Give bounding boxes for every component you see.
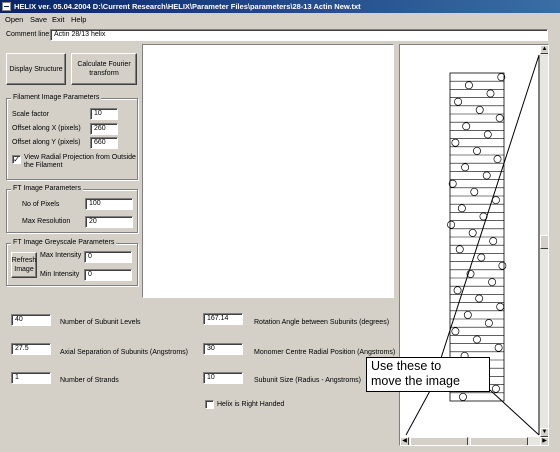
subunit-circle — [451, 327, 460, 336]
scroll-left-button[interactable]: ◀ — [400, 437, 409, 445]
window-title: HELIX ver. 05.04.2004 D:\Current Researc… — [14, 2, 361, 11]
scroll-right-button[interactable]: ▶ — [540, 437, 548, 445]
subunit-circle — [496, 302, 505, 311]
rotation-angle-label: Rotation Angle between Subunits (degrees… — [254, 319, 390, 326]
greyscale-group: FT Image Greyscale Parameters Refresh Im… — [6, 239, 138, 286]
offset-y-input[interactable]: 660 — [90, 137, 118, 149]
vertical-scrollbar[interactable]: ▲ ▼ — [540, 45, 548, 437]
calculate-fourier-button[interactable]: Calculate Fourier transform — [71, 53, 137, 85]
ft-params-group: FT Image Parameters No of Pixels 100 Max… — [6, 185, 138, 233]
scale-factor-input[interactable]: 10 — [90, 108, 118, 120]
axial-separation-input[interactable]: 27.5 — [11, 343, 51, 355]
axial-separation-label: Axial Separation of Subunits (Angstroms) — [60, 349, 189, 356]
subunit-circle — [451, 138, 460, 147]
app-icon — [2, 2, 11, 11]
subunit-circle — [486, 89, 495, 98]
scroll-up-button[interactable]: ▲ — [540, 45, 548, 54]
subunit-size-label: Subunit Size (Radius - Angstroms) — [254, 377, 361, 384]
callout-line-1: Use these to — [371, 359, 442, 373]
subunit-circle — [455, 245, 464, 254]
subunit-circle — [470, 187, 479, 196]
view-radial-label: View Radial Projection from Outside the … — [24, 154, 136, 169]
strands-label: Number of Strands — [60, 377, 119, 384]
comment-label: Comment line: — [6, 31, 52, 38]
menu-save[interactable]: Save — [30, 15, 47, 24]
greyscale-title: FT Image Greyscale Parameters — [11, 239, 117, 246]
subunit-circle — [495, 114, 504, 123]
arrow-line-right — [489, 389, 540, 436]
comment-input[interactable]: Actin 28/13 helix — [50, 29, 548, 41]
offset-y-label: Offset along Y (pixels) — [12, 139, 81, 146]
subunit-circle — [475, 105, 484, 114]
filament-params-title: Filament Image Parameters — [11, 94, 102, 101]
subunit-circle — [494, 343, 503, 352]
subunit-circle — [498, 261, 507, 270]
subunit-circle — [462, 122, 471, 131]
max-intensity-input[interactable]: 0 — [84, 251, 132, 263]
callout-line-2: move the image — [371, 374, 460, 388]
subunit-size-input[interactable]: 10 — [203, 372, 243, 384]
subunit-circle — [468, 228, 477, 237]
subunit-circle — [484, 319, 493, 328]
subunit-circle — [473, 146, 481, 155]
scale-factor-label: Scale factor — [12, 111, 49, 118]
filament-params-group: Filament Image Parameters Scale factor 1… — [6, 94, 138, 180]
window-title-bar: HELIX ver. 05.04.2004 D:\Current Researc… — [0, 0, 560, 13]
radial-position-input[interactable]: 30 — [203, 343, 243, 355]
right-handed-checkbox[interactable] — [205, 400, 214, 409]
subunit-circle — [477, 253, 486, 262]
subunit-circle — [482, 171, 491, 180]
subunit-circle — [464, 81, 473, 90]
menu-open[interactable]: Open — [5, 15, 23, 24]
scroll-down-button[interactable]: ▼ — [540, 428, 548, 437]
display-structure-button[interactable]: Display Structure — [6, 53, 66, 85]
subunit-circle — [475, 294, 484, 303]
max-resolution-label: Max Resolution — [22, 218, 71, 225]
horizontal-scroll-thumb[interactable] — [410, 437, 468, 445]
view-radial-checkbox[interactable]: ✓ — [12, 155, 21, 164]
strands-input[interactable]: 1 — [11, 372, 51, 384]
subunit-circle — [463, 310, 472, 319]
offset-x-label: Offset along X (pixels) — [12, 125, 81, 132]
subunit-circle — [483, 130, 492, 139]
subunit-circle — [461, 163, 470, 172]
vertical-scroll-thumb[interactable] — [540, 235, 548, 249]
instruction-callout: Use these to move the image — [366, 357, 490, 392]
horizontal-scrollbar[interactable]: ◀ ▶ — [400, 437, 548, 445]
arrow-line-left — [430, 54, 540, 390]
arrow-line-down — [405, 388, 432, 436]
subunit-circle — [489, 237, 498, 246]
ft-params-title: FT Image Parameters — [11, 185, 83, 192]
rotation-angle-input[interactable]: 167.14 — [203, 313, 243, 325]
horizontal-scroll-thumb-2[interactable] — [470, 437, 528, 445]
min-intensity-label: Min Intensity — [40, 271, 80, 278]
menu-exit[interactable]: Exit — [52, 15, 65, 24]
offset-x-input[interactable]: 260 — [90, 123, 118, 135]
subunit-circle — [453, 286, 462, 295]
fourier-transform-canvas[interactable] — [142, 44, 394, 298]
menu-help[interactable]: Help — [71, 15, 86, 24]
subunit-circle — [459, 392, 467, 401]
refresh-image-button[interactable]: Refresh Image — [11, 252, 37, 278]
subunit-levels-label: Number of Subunit Levels — [60, 319, 141, 326]
subunit-circle — [454, 97, 463, 106]
max-intensity-label: Max Intensity — [40, 252, 82, 259]
subunit-circle — [447, 220, 456, 229]
no-pixels-input[interactable]: 100 — [85, 198, 133, 210]
menu-bar: Open Save Exit Help — [0, 13, 560, 25]
subunit-circle — [457, 204, 466, 213]
max-resolution-input[interactable]: 20 — [85, 216, 133, 228]
subunit-levels-input[interactable]: 40 — [11, 314, 51, 326]
right-handed-label: Helix is Right Handed — [217, 401, 285, 408]
subunit-circle — [488, 278, 497, 287]
no-pixels-label: No of Pixels — [22, 201, 60, 208]
min-intensity-input[interactable]: 0 — [84, 269, 132, 281]
subunit-circle — [493, 155, 502, 164]
subunit-circle — [491, 384, 500, 393]
radial-position-label: Monomer Centre Radial Position (Angstrom… — [254, 349, 396, 356]
filament-stripes — [449, 72, 505, 402]
subunit-circle — [473, 335, 481, 344]
